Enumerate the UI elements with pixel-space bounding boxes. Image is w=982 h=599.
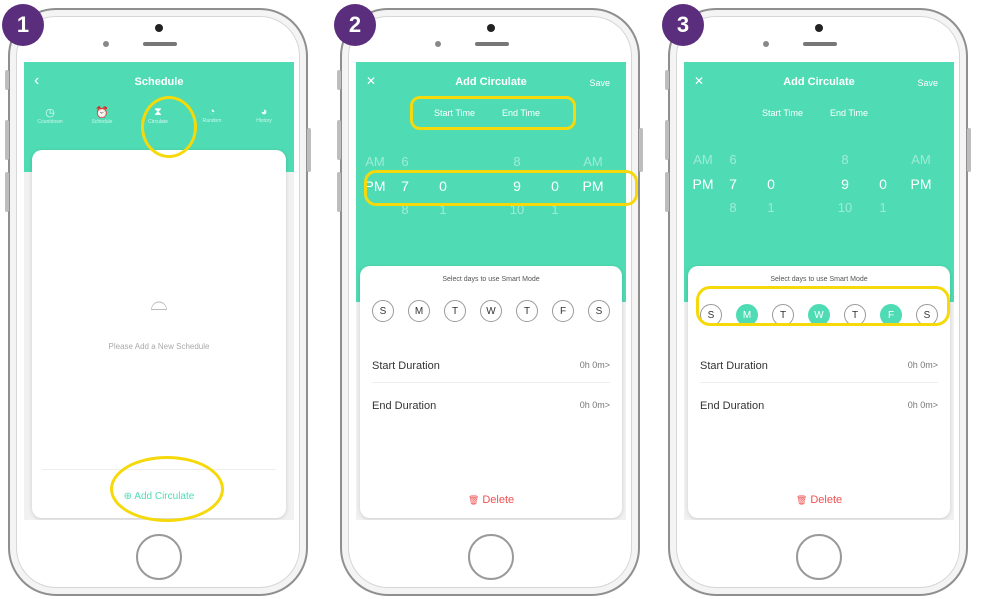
step-badge: 3 bbox=[662, 4, 704, 46]
save-button[interactable]: Save bbox=[589, 78, 610, 88]
day-monday[interactable]: M bbox=[408, 300, 430, 322]
smart-mode-label: Select days to use Smart Mode bbox=[770, 276, 868, 283]
volume-down-button bbox=[337, 172, 341, 212]
home-button[interactable] bbox=[796, 534, 842, 580]
step-badge: 1 bbox=[2, 4, 44, 46]
power-button bbox=[639, 128, 643, 172]
history-icon: ◕ bbox=[260, 106, 268, 118]
highlight-time-tabs bbox=[410, 96, 576, 130]
start-duration-value: 0h 0m> bbox=[579, 360, 610, 370]
speaker bbox=[475, 42, 509, 46]
sensor bbox=[763, 41, 769, 47]
start-time-label[interactable]: Start Time bbox=[762, 108, 803, 118]
day-thursday[interactable]: T bbox=[516, 300, 538, 322]
screen: ✕ Add Circulate Save Start Time End Time… bbox=[356, 62, 626, 520]
camera bbox=[155, 24, 163, 32]
end-duration-value: 0h 0m> bbox=[579, 400, 610, 410]
stopwatch-icon: ◔ bbox=[208, 106, 216, 118]
end-duration-value: 0h 0m> bbox=[907, 400, 938, 410]
start-duration-value: 0h 0m> bbox=[907, 360, 938, 370]
phone-2: 2 ✕ Add Circulate Save Start Time End Ti… bbox=[334, 4, 643, 596]
volume-up-button bbox=[337, 120, 341, 160]
sensor bbox=[103, 41, 109, 47]
alarm-icon: ⏰ bbox=[95, 107, 109, 119]
delete-button[interactable]: 🗑 Delete bbox=[688, 494, 950, 506]
mute-switch bbox=[337, 70, 341, 90]
volume-down-button bbox=[5, 172, 9, 212]
mute-switch bbox=[665, 70, 669, 90]
tab-history[interactable]: ◕ History bbox=[242, 106, 286, 124]
sensor bbox=[435, 41, 441, 47]
mute-switch bbox=[5, 70, 9, 90]
day-saturday[interactable]: S bbox=[588, 300, 610, 322]
highlight-day-selector bbox=[696, 286, 950, 326]
tab-schedule[interactable]: ⏰ Schedule bbox=[80, 106, 124, 125]
camera bbox=[815, 24, 823, 32]
day-wednesday[interactable]: W bbox=[480, 300, 502, 322]
highlight-circulate-tab bbox=[141, 96, 197, 158]
power-button bbox=[307, 128, 311, 172]
speaker bbox=[803, 42, 837, 46]
page-title: Add Circulate bbox=[455, 76, 527, 88]
start-duration-row[interactable]: Start Duration 0h 0m> bbox=[372, 360, 610, 383]
picker-row-above: AM 6 8 AM bbox=[693, 152, 931, 167]
page-title: Schedule bbox=[134, 76, 184, 88]
day-tuesday[interactable]: T bbox=[444, 300, 466, 322]
smart-mode-label: Select days to use Smart Mode bbox=[442, 276, 540, 283]
camera bbox=[487, 24, 495, 32]
trash-icon: 🗑 bbox=[467, 495, 480, 505]
timer-icon: ◷ bbox=[45, 107, 55, 119]
delete-button[interactable]: 🗑 Delete bbox=[360, 494, 622, 506]
save-button[interactable]: Save bbox=[917, 78, 938, 88]
speaker bbox=[143, 42, 177, 46]
phone-1: 1 ‹ Schedule ◷ Countdown ⏰ Schedule ⧗ Ci… bbox=[2, 4, 311, 596]
end-duration-row[interactable]: End Duration 0h 0m> bbox=[700, 400, 938, 422]
empty-message: Please Add a New Schedule bbox=[108, 342, 210, 351]
volume-up-button bbox=[5, 120, 9, 160]
home-button[interactable] bbox=[136, 534, 182, 580]
phone-3: 3 ✕ Add Circulate Save Start Time End Ti… bbox=[662, 4, 971, 596]
trash-icon: 🗑 bbox=[795, 495, 808, 505]
day-friday[interactable]: F bbox=[552, 300, 574, 322]
highlight-picker-row bbox=[364, 170, 638, 206]
cake-icon: ⌓ bbox=[150, 290, 168, 315]
end-time-label[interactable]: End Time bbox=[830, 108, 868, 118]
highlight-add-button bbox=[110, 456, 224, 522]
day-sunday[interactable]: S bbox=[372, 300, 394, 322]
start-duration-row[interactable]: Start Duration 0h 0m> bbox=[700, 360, 938, 383]
day-selector: S M T W T F S bbox=[372, 300, 610, 322]
settings-card: Select days to use Smart Mode S M T W T … bbox=[360, 266, 622, 518]
page-title: Add Circulate bbox=[783, 76, 855, 88]
tab-countdown[interactable]: ◷ Countdown bbox=[28, 106, 72, 125]
end-duration-row[interactable]: End Duration 0h 0m> bbox=[372, 400, 610, 422]
picker-row-below: 8 1 10 1 bbox=[729, 200, 887, 215]
step-badge: 2 bbox=[334, 4, 376, 46]
power-button bbox=[967, 128, 971, 172]
volume-up-button bbox=[665, 120, 669, 160]
home-button[interactable] bbox=[468, 534, 514, 580]
volume-down-button bbox=[665, 172, 669, 212]
picker-row-selected: PM 7 0 9 0 PM bbox=[692, 176, 932, 192]
